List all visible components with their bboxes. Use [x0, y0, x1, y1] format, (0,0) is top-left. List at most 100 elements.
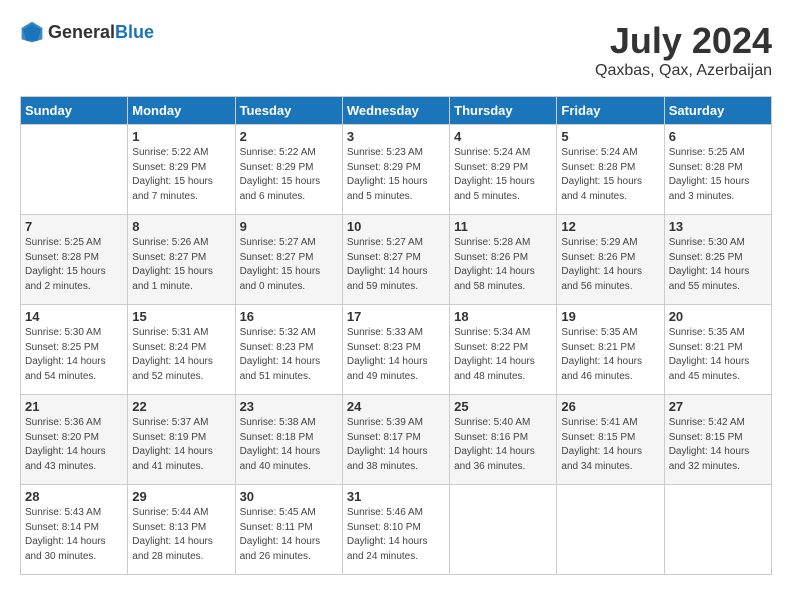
calendar-cell: 16 Sunrise: 5:32 AM Sunset: 8:23 PM Dayli…	[235, 305, 342, 395]
weekday-friday: Friday	[557, 97, 664, 125]
day-number: 5	[561, 129, 659, 144]
calendar-cell: 26 Sunrise: 5:41 AM Sunset: 8:15 PM Dayli…	[557, 395, 664, 485]
day-number: 8	[132, 219, 230, 234]
day-number: 3	[347, 129, 445, 144]
day-number: 20	[669, 309, 767, 324]
day-number: 16	[240, 309, 338, 324]
day-number: 18	[454, 309, 552, 324]
day-number: 9	[240, 219, 338, 234]
calendar-cell: 25Sunrise: 5:40 AM Sunset: 8:16 PM Dayli…	[450, 395, 557, 485]
day-number: 13	[669, 219, 767, 234]
calendar-cell: 14 Sunrise: 5:30 AM Sunset: 8:25 PM Dayli…	[21, 305, 128, 395]
day-info: Sunrise: 5:38 AM Sunset: 8:18 PM Dayligh…	[240, 416, 338, 474]
weekday-wednesday: Wednesday	[342, 97, 449, 125]
day-info: Sunrise: 5:41 AM Sunset: 8:15 PM Dayligh…	[561, 416, 659, 474]
weekday-thursday: Thursday	[450, 97, 557, 125]
day-info: Sunrise: 5:36 AM Sunset: 8:20 PM Dayligh…	[25, 416, 123, 474]
day-info: Sunrise: 5:35 AM Sunset: 8:21 PM Dayligh…	[561, 326, 659, 384]
calendar-cell	[557, 485, 664, 575]
day-number: 1	[132, 129, 230, 144]
day-number: 31	[347, 489, 445, 504]
calendar-cell: 11 Sunrise: 5:28 AM Sunset: 8:26 PM Dayli…	[450, 215, 557, 305]
calendar-week-1: 1 Sunrise: 5:22 AM Sunset: 8:29 PM Daylig…	[21, 125, 772, 215]
calendar-cell: 28Sunrise: 5:43 AM Sunset: 8:14 PM Dayli…	[21, 485, 128, 575]
day-info: Sunrise: 5:42 AM Sunset: 8:15 PM Dayligh…	[669, 416, 767, 474]
calendar-cell: 9Sunrise: 5:27 AM Sunset: 8:27 PM Daylig…	[235, 215, 342, 305]
day-number: 26	[561, 399, 659, 414]
month-title: July 2024	[595, 20, 772, 62]
calendar-cell: 13 Sunrise: 5:30 AM Sunset: 8:25 PM Dayli…	[664, 215, 771, 305]
day-number: 25	[454, 399, 552, 414]
day-info: Sunrise: 5:37 AM Sunset: 8:19 PM Dayligh…	[132, 416, 230, 474]
day-info: Sunrise: 5:22 AM Sunset: 8:29 PM Dayligh…	[240, 146, 338, 204]
calendar-cell: 5Sunrise: 5:24 AM Sunset: 8:28 PM Daylig…	[557, 125, 664, 215]
calendar-week-3: 14 Sunrise: 5:30 AM Sunset: 8:25 PM Dayli…	[21, 305, 772, 395]
day-number: 24	[347, 399, 445, 414]
calendar-cell: 1Sunrise: 5:22 AM Sunset: 8:29 PM Daylig…	[128, 125, 235, 215]
logo-icon	[20, 20, 44, 44]
logo: GeneralBlue	[20, 20, 154, 44]
day-number: 14	[25, 309, 123, 324]
day-number: 2	[240, 129, 338, 144]
calendar-cell: 15Sunrise: 5:31 AM Sunset: 8:24 PM Dayli…	[128, 305, 235, 395]
calendar-cell	[450, 485, 557, 575]
calendar-cell: 17 Sunrise: 5:33 AM Sunset: 8:23 PM Dayli…	[342, 305, 449, 395]
calendar-cell: 6Sunrise: 5:25 AM Sunset: 8:28 PM Daylig…	[664, 125, 771, 215]
day-info: Sunrise: 5:44 AM Sunset: 8:13 PM Dayligh…	[132, 506, 230, 564]
day-info: Sunrise: 5:45 AM Sunset: 8:11 PM Dayligh…	[240, 506, 338, 564]
day-info: Sunrise: 5:32 AM Sunset: 8:23 PM Dayligh…	[240, 326, 338, 384]
day-info: Sunrise: 5:29 AM Sunset: 8:26 PM Dayligh…	[561, 236, 659, 294]
day-info: Sunrise: 5:26 AM Sunset: 8:27 PM Dayligh…	[132, 236, 230, 294]
calendar-cell	[664, 485, 771, 575]
day-info: Sunrise: 5:35 AM Sunset: 8:21 PM Dayligh…	[669, 326, 767, 384]
day-number: 12	[561, 219, 659, 234]
logo-general-text: General	[48, 22, 115, 42]
day-number: 4	[454, 129, 552, 144]
day-info: Sunrise: 5:27 AM Sunset: 8:27 PM Dayligh…	[347, 236, 445, 294]
calendar-cell: 30 Sunrise: 5:45 AM Sunset: 8:11 PM Dayli…	[235, 485, 342, 575]
day-info: Sunrise: 5:30 AM Sunset: 8:25 PM Dayligh…	[669, 236, 767, 294]
calendar-cell: 10Sunrise: 5:27 AM Sunset: 8:27 PM Dayli…	[342, 215, 449, 305]
day-number: 23	[240, 399, 338, 414]
location-title: Qaxbas, Qax, Azerbaijan	[595, 62, 772, 80]
calendar-table: SundayMondayTuesdayWednesdayThursdayFrid…	[20, 96, 772, 575]
day-info: Sunrise: 5:46 AM Sunset: 8:10 PM Dayligh…	[347, 506, 445, 564]
calendar-week-4: 21 Sunrise: 5:36 AM Sunset: 8:20 PM Dayli…	[21, 395, 772, 485]
day-number: 28	[25, 489, 123, 504]
calendar-cell: 12 Sunrise: 5:29 AM Sunset: 8:26 PM Dayli…	[557, 215, 664, 305]
day-info: Sunrise: 5:25 AM Sunset: 8:28 PM Dayligh…	[25, 236, 123, 294]
calendar-cell: 29 Sunrise: 5:44 AM Sunset: 8:13 PM Dayli…	[128, 485, 235, 575]
calendar-cell: 22 Sunrise: 5:37 AM Sunset: 8:19 PM Dayli…	[128, 395, 235, 485]
weekday-header-row: SundayMondayTuesdayWednesdayThursdayFrid…	[21, 97, 772, 125]
title-block: July 2024 Qaxbas, Qax, Azerbaijan	[595, 20, 772, 80]
day-info: Sunrise: 5:23 AM Sunset: 8:29 PM Dayligh…	[347, 146, 445, 204]
day-number: 15	[132, 309, 230, 324]
calendar-cell: 27Sunrise: 5:42 AM Sunset: 8:15 PM Dayli…	[664, 395, 771, 485]
day-info: Sunrise: 5:30 AM Sunset: 8:25 PM Dayligh…	[25, 326, 123, 384]
page-header: GeneralBlue July 2024 Qaxbas, Qax, Azerb…	[20, 20, 772, 80]
calendar-week-5: 28Sunrise: 5:43 AM Sunset: 8:14 PM Dayli…	[21, 485, 772, 575]
weekday-sunday: Sunday	[21, 97, 128, 125]
calendar-cell: 4 Sunrise: 5:24 AM Sunset: 8:29 PM Daylig…	[450, 125, 557, 215]
calendar-cell: 18Sunrise: 5:34 AM Sunset: 8:22 PM Dayli…	[450, 305, 557, 395]
day-number: 22	[132, 399, 230, 414]
day-number: 11	[454, 219, 552, 234]
day-info: Sunrise: 5:33 AM Sunset: 8:23 PM Dayligh…	[347, 326, 445, 384]
calendar-week-2: 7Sunrise: 5:25 AM Sunset: 8:28 PM Daylig…	[21, 215, 772, 305]
weekday-saturday: Saturday	[664, 97, 771, 125]
logo-blue-text: Blue	[115, 22, 154, 42]
day-number: 29	[132, 489, 230, 504]
day-number: 6	[669, 129, 767, 144]
day-info: Sunrise: 5:28 AM Sunset: 8:26 PM Dayligh…	[454, 236, 552, 294]
day-info: Sunrise: 5:39 AM Sunset: 8:17 PM Dayligh…	[347, 416, 445, 474]
day-number: 30	[240, 489, 338, 504]
calendar-cell: 3 Sunrise: 5:23 AM Sunset: 8:29 PM Daylig…	[342, 125, 449, 215]
weekday-tuesday: Tuesday	[235, 97, 342, 125]
day-number: 21	[25, 399, 123, 414]
calendar-cell: 2 Sunrise: 5:22 AM Sunset: 8:29 PM Daylig…	[235, 125, 342, 215]
calendar-cell: 19Sunrise: 5:35 AM Sunset: 8:21 PM Dayli…	[557, 305, 664, 395]
day-info: Sunrise: 5:24 AM Sunset: 8:29 PM Dayligh…	[454, 146, 552, 204]
calendar-cell: 23 Sunrise: 5:38 AM Sunset: 8:18 PM Dayli…	[235, 395, 342, 485]
day-number: 17	[347, 309, 445, 324]
calendar-body: 1 Sunrise: 5:22 AM Sunset: 8:29 PM Daylig…	[21, 125, 772, 575]
